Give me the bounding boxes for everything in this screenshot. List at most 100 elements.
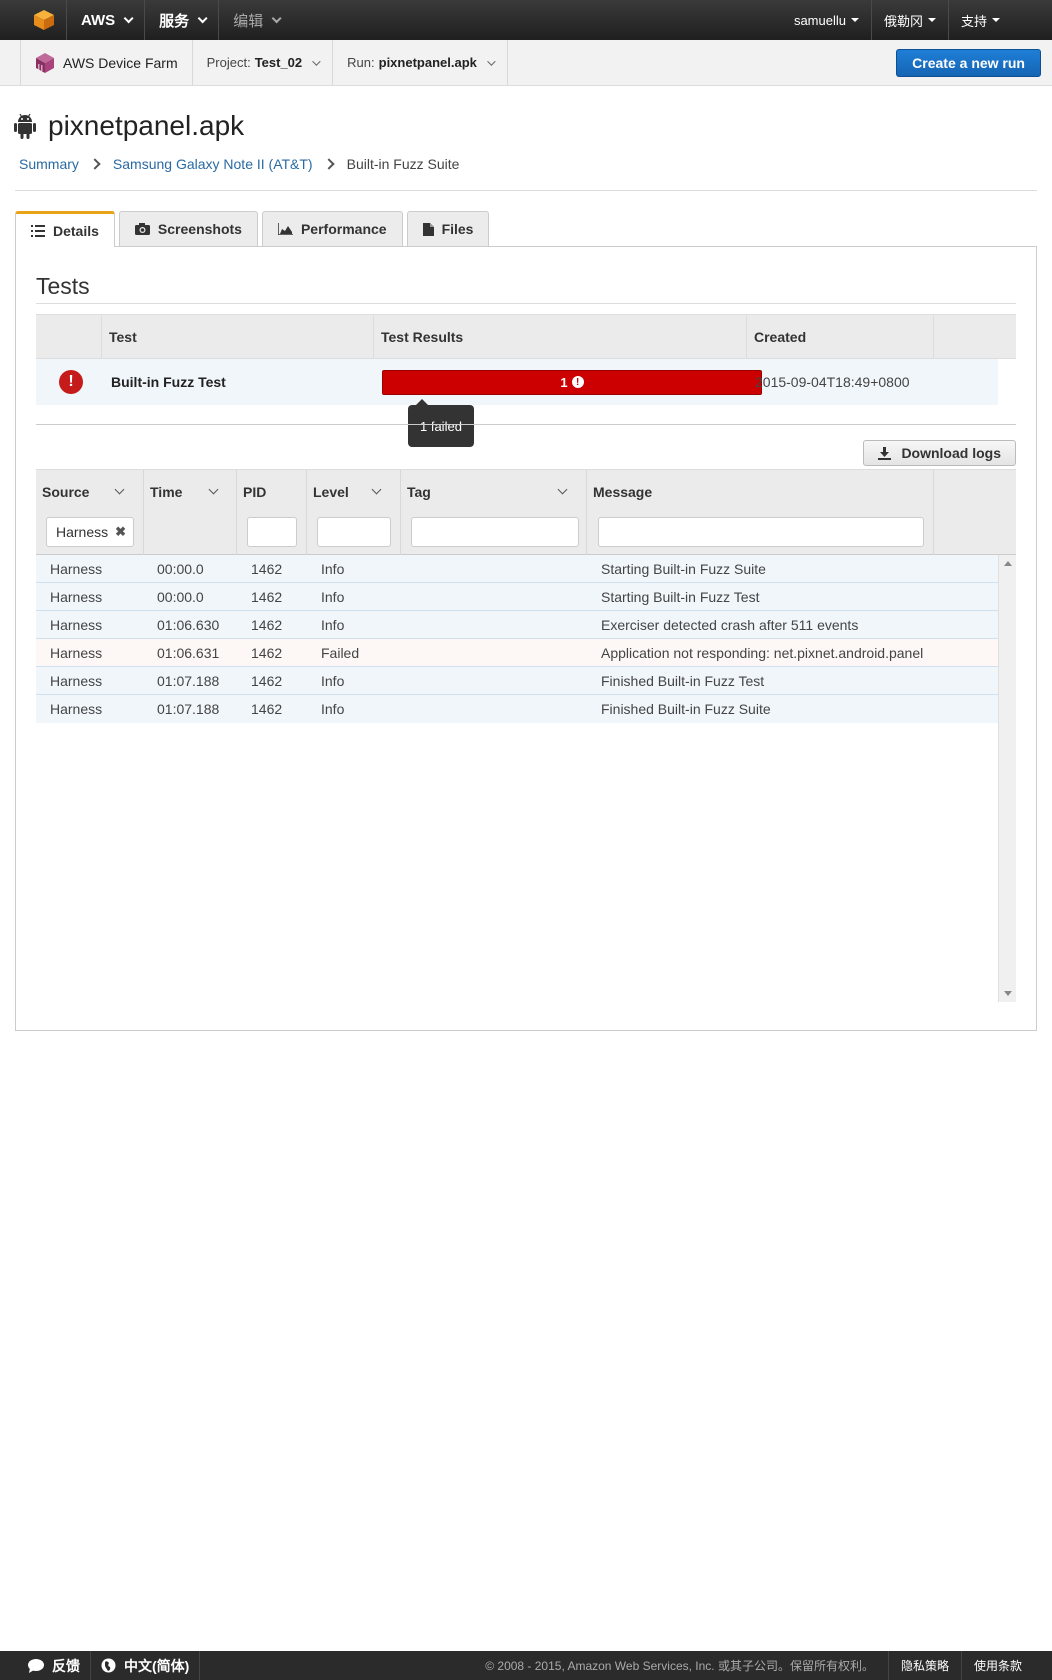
pid-filter-input[interactable] bbox=[247, 517, 297, 547]
aws-menu[interactable]: AWS bbox=[67, 0, 144, 40]
support-menu-label: 支持 bbox=[960, 13, 987, 29]
remove-filter-icon[interactable]: ✖ bbox=[115, 524, 126, 540]
level-filter-input[interactable] bbox=[317, 517, 391, 547]
android-icon bbox=[14, 113, 36, 139]
column-label: Created bbox=[754, 329, 807, 345]
log-time: 01:07.188 bbox=[157, 673, 220, 689]
breadcrumb-current: Built-in Fuzz Suite bbox=[346, 156, 460, 172]
tag-filter-input[interactable] bbox=[411, 517, 579, 547]
log-pid: 1462 bbox=[251, 673, 283, 689]
level-column-header[interactable]: Level bbox=[306, 470, 400, 555]
create-new-run-button[interactable]: Create a new run bbox=[896, 49, 1041, 77]
time-column-header[interactable]: Time bbox=[143, 470, 236, 555]
logs-table-header: Source Harness ✖ Time PID Level Tag Mess… bbox=[36, 469, 1016, 555]
divider bbox=[36, 424, 1016, 425]
top-nav: AWS 服务 编辑 samuellu 俄勒冈 支持 bbox=[0, 0, 1052, 40]
log-row[interactable]: Harness 01:06.630 1462 Info Exerciser de… bbox=[36, 611, 998, 639]
device-farm-home-link[interactable]: AWS Device Farm bbox=[20, 40, 193, 85]
log-pid: 1462 bbox=[251, 561, 283, 577]
log-level: Info bbox=[321, 617, 345, 633]
message-column-header[interactable]: Message bbox=[586, 470, 933, 555]
scroll-down-icon[interactable] bbox=[1004, 991, 1012, 996]
chevron-down-icon[interactable] bbox=[208, 484, 219, 495]
result-cell: 1 ! bbox=[382, 359, 762, 405]
column-label: Level bbox=[313, 484, 349, 500]
tab-performance[interactable]: Performance bbox=[261, 211, 403, 246]
log-pid: 1462 bbox=[251, 645, 283, 661]
tests-heading: Tests bbox=[36, 273, 90, 299]
tab-screenshots[interactable]: Screenshots bbox=[118, 211, 258, 246]
test-results-column-header[interactable]: Test Results bbox=[373, 315, 746, 359]
log-row[interactable]: Harness 01:06.631 1462 Failed Applicatio… bbox=[36, 639, 998, 667]
log-pid: 1462 bbox=[251, 589, 283, 605]
column-label: Tag bbox=[407, 484, 431, 500]
test-name[interactable]: Built-in Fuzz Test bbox=[111, 359, 226, 405]
project-selector[interactable]: Project: Test_02 bbox=[193, 40, 334, 85]
log-message: Application not responding: net.pixnet.a… bbox=[601, 645, 924, 661]
aws-menu-label: AWS bbox=[81, 11, 116, 29]
log-message: Finished Built-in Fuzz Test bbox=[601, 673, 765, 689]
breadcrumb-summary-link[interactable]: Summary bbox=[19, 156, 79, 172]
run-value: pixnetpanel.apk bbox=[378, 55, 477, 70]
log-message: Starting Built-in Fuzz Suite bbox=[601, 561, 766, 577]
chevron-down-icon[interactable] bbox=[114, 484, 125, 495]
test-row[interactable]: ! Built-in Fuzz Test 1 ! 2015-09-04T18:4… bbox=[36, 359, 998, 405]
edit-menu[interactable]: 编辑 bbox=[219, 0, 292, 40]
message-filter-input[interactable] bbox=[598, 517, 924, 547]
footer: 反馈 中文(简体) © 2008 - 2015, Amazon Web Serv… bbox=[0, 1651, 1052, 1680]
download-logs-button[interactable]: Download logs bbox=[863, 440, 1016, 466]
pid-column-header[interactable]: PID bbox=[236, 470, 306, 555]
log-row[interactable]: Harness 01:07.188 1462 Info Finished Bui… bbox=[36, 667, 998, 695]
app-name: AWS Device Farm bbox=[63, 54, 178, 71]
log-message: Exerciser detected crash after 511 event… bbox=[601, 617, 859, 633]
language-selector[interactable]: 中文(简体) bbox=[91, 1651, 201, 1680]
terms-link[interactable]: 使用条款 bbox=[960, 1651, 1034, 1680]
result-tooltip: 1 failed bbox=[408, 399, 474, 447]
log-source: Harness bbox=[50, 701, 103, 717]
source-filter-chip[interactable]: Harness ✖ bbox=[46, 517, 134, 547]
divider bbox=[36, 303, 1016, 304]
breadcrumb: Summary Samsung Galaxy Note II (AT&T) Bu… bbox=[19, 156, 459, 172]
tab-files[interactable]: Files bbox=[406, 211, 490, 246]
log-row[interactable]: Harness 01:07.188 1462 Info Finished Bui… bbox=[36, 695, 998, 723]
feedback-link[interactable]: 反馈 bbox=[18, 1651, 91, 1680]
device-farm-bar: AWS Device Farm Project: Test_02 Run: pi… bbox=[0, 40, 1052, 86]
copyright-text: © 2008 - 2015, Amazon Web Services, Inc.… bbox=[485, 1659, 874, 1673]
scroll-up-icon[interactable] bbox=[1004, 561, 1012, 566]
user-menu[interactable]: samuellu bbox=[782, 0, 871, 40]
log-level: Info bbox=[321, 561, 345, 577]
log-row[interactable]: Harness 00:00.0 1462 Info Starting Built… bbox=[36, 583, 998, 611]
source-column-header[interactable]: Source Harness ✖ bbox=[36, 470, 143, 555]
breadcrumb-device-link[interactable]: Samsung Galaxy Note II (AT&T) bbox=[113, 156, 313, 172]
language-label: 中文(简体) bbox=[124, 1657, 190, 1674]
tab-label: Files bbox=[441, 221, 474, 237]
chevron-down-icon bbox=[312, 56, 321, 66]
region-menu[interactable]: 俄勒冈 bbox=[872, 0, 948, 40]
run-selector[interactable]: Run: pixnetpanel.apk bbox=[333, 40, 508, 85]
log-pid: 1462 bbox=[251, 617, 283, 633]
chevron-down-icon[interactable] bbox=[371, 484, 382, 495]
failed-result-bar[interactable]: 1 ! bbox=[382, 369, 762, 395]
privacy-link[interactable]: 隐私策略 bbox=[887, 1651, 961, 1680]
failed-count: 1 bbox=[560, 374, 568, 390]
tab-details[interactable]: Details bbox=[15, 211, 115, 247]
logs-scrollbar[interactable] bbox=[998, 555, 1016, 1002]
services-menu[interactable]: 服务 bbox=[145, 0, 218, 40]
column-label: Test Results bbox=[381, 329, 464, 345]
log-row[interactable]: Harness 00:00.0 1462 Info Starting Built… bbox=[36, 555, 998, 583]
log-message: Finished Built-in Fuzz Suite bbox=[601, 701, 771, 717]
download-icon bbox=[878, 446, 892, 460]
caret-down-icon bbox=[992, 18, 1000, 22]
project-value: Test_02 bbox=[254, 55, 303, 70]
details-panel: Tests Test Test Results Created ! Built-… bbox=[15, 246, 1037, 1031]
chevron-right-icon bbox=[322, 158, 335, 170]
source-filter-value: Harness bbox=[56, 524, 109, 540]
created-column-header[interactable]: Created bbox=[746, 315, 933, 359]
aws-cube-icon[interactable] bbox=[22, 0, 66, 40]
log-level: Info bbox=[321, 589, 345, 605]
chevron-down-icon[interactable] bbox=[557, 484, 568, 495]
tag-column-header[interactable]: Tag bbox=[400, 470, 586, 555]
logs-table-body: Harness 00:00.0 1462 Info Starting Built… bbox=[36, 555, 1016, 1002]
support-menu[interactable]: 支持 bbox=[949, 0, 1012, 40]
test-column-header[interactable]: Test bbox=[101, 315, 373, 359]
